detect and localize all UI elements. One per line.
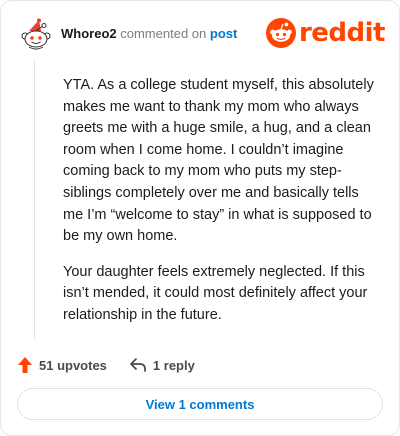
- comment-header: Whoreo2 commented on post reddit: [13, 15, 389, 53]
- snoo-avatar-icon[interactable]: [19, 18, 53, 52]
- reply-button[interactable]: 1 reply: [129, 357, 195, 373]
- upvote-arrow-icon: [18, 357, 32, 373]
- upvote-count: 51 upvotes: [39, 357, 107, 373]
- reddit-wordmark: reddit: [298, 18, 386, 48]
- comment-paragraph: YTA. As a college student myself, this a…: [63, 77, 374, 245]
- thread-line: [34, 59, 35, 339]
- view-comments-button[interactable]: View 1 comments: [17, 388, 383, 420]
- comment-meta: Whoreo2 commented on post: [61, 26, 237, 41]
- comment-actions: 51 upvotes 1 reply: [17, 354, 217, 376]
- comment-card: Whoreo2 commented on post reddit YTA. As…: [0, 0, 400, 436]
- upvote-button[interactable]: 51 upvotes: [17, 356, 107, 374]
- reply-count: 1 reply: [152, 357, 195, 373]
- reply-arrow-icon: [130, 358, 146, 372]
- comment-paragraph: Your daughter feels extremely neglected.…: [63, 263, 368, 323]
- reddit-logo[interactable]: reddit: [265, 17, 386, 49]
- post-link[interactable]: post: [210, 26, 237, 41]
- comment-body: YTA. As a college student myself, this a…: [63, 75, 381, 341]
- username-link[interactable]: Whoreo2: [61, 26, 117, 41]
- action-text: commented on: [120, 26, 207, 41]
- snoo-logo-icon: [265, 18, 296, 48]
